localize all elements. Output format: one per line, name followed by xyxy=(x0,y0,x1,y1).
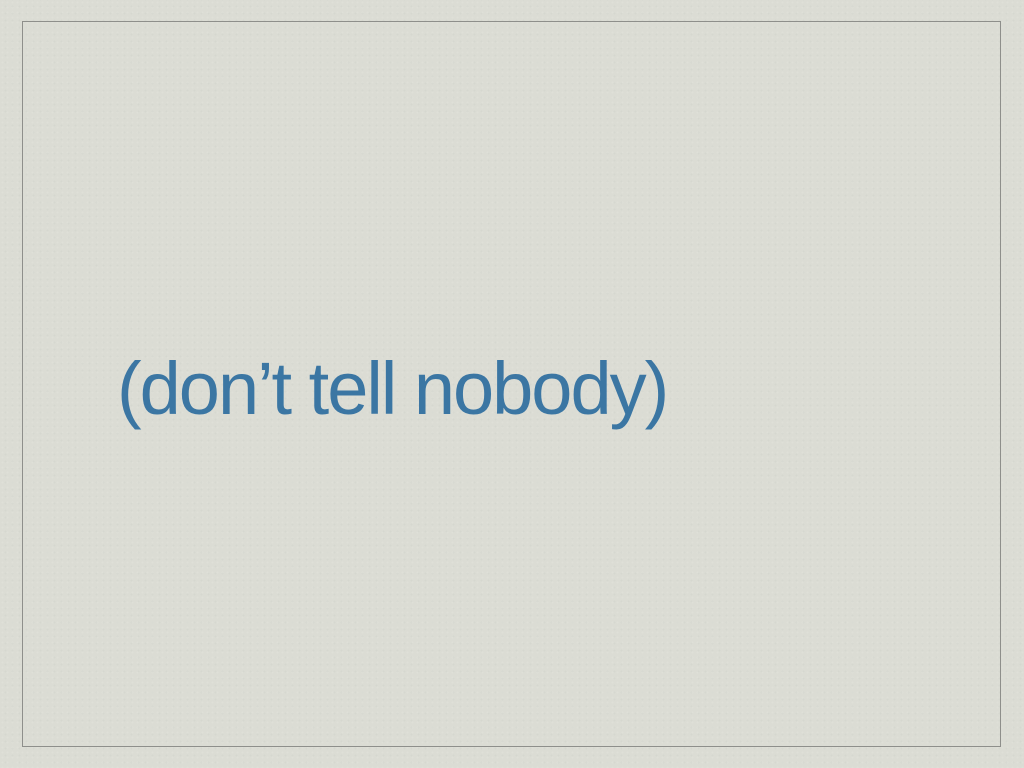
slide-text: (don’t tell nobody) xyxy=(117,347,669,430)
